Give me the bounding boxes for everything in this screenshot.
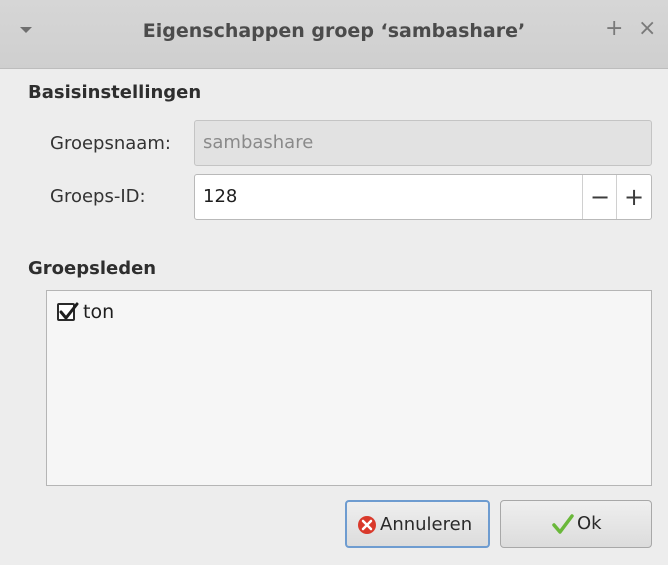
group-members-heading: Groepsleden — [28, 258, 157, 279]
cancel-button[interactable]: Annuleren — [345, 500, 490, 548]
maximize-button[interactable]: + — [605, 18, 623, 40]
member-checkbox[interactable] — [57, 302, 79, 321]
decrement-button[interactable]: − — [582, 175, 617, 219]
group-id-label: Groeps-ID: — [50, 186, 146, 207]
member-label: ton — [83, 301, 115, 323]
ok-button[interactable]: Ok — [500, 500, 652, 548]
title-bar[interactable]: Eigenschappen groep ‘sambashare’ + × — [0, 0, 668, 69]
window-title: Eigenschappen groep ‘sambashare’ — [142, 20, 526, 42]
group-id-spinner[interactable]: 128 − + — [194, 174, 652, 220]
cancel-circle-icon — [357, 515, 377, 540]
group-id-value[interactable]: 128 — [203, 186, 237, 207]
group-name-label: Groepsnaam: — [50, 133, 171, 154]
cancel-label: Annuleren — [380, 514, 473, 535]
increment-button[interactable]: + — [616, 175, 651, 219]
checkmark-icon — [59, 302, 79, 320]
group-properties-dialog: Eigenschappen groep ‘sambashare’ + × Bas… — [0, 0, 668, 565]
group-name-field: sambashare — [194, 120, 652, 166]
basic-settings-heading: Basisinstellingen — [28, 82, 202, 103]
close-button[interactable]: × — [638, 18, 656, 40]
ok-label: Ok — [577, 513, 602, 534]
group-members-list[interactable]: ton — [46, 290, 652, 486]
checkmark-icon — [551, 512, 575, 541]
